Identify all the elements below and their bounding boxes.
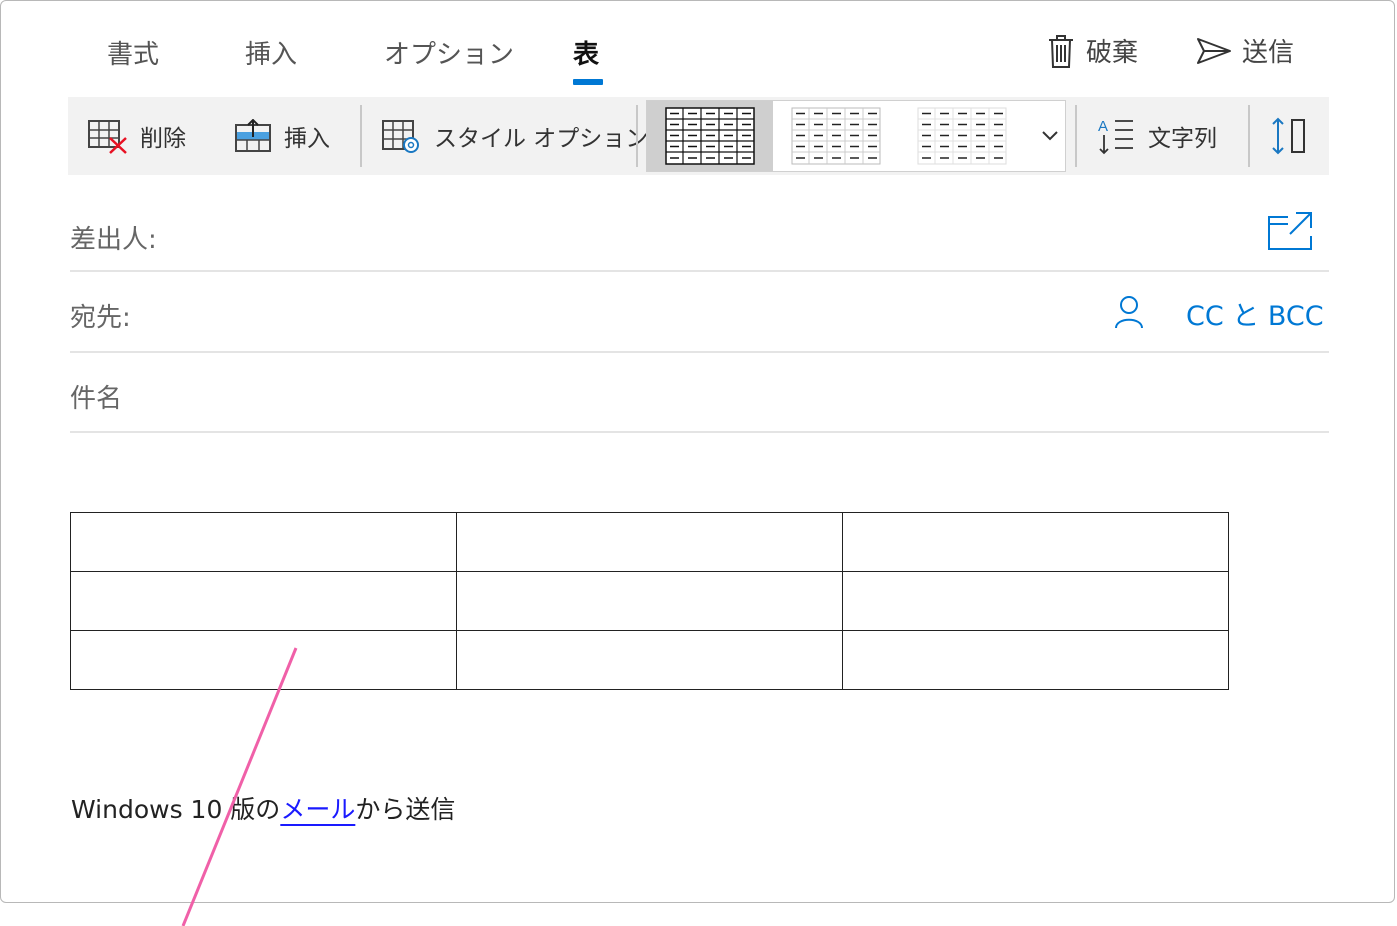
- row-height-icon: [1272, 117, 1305, 155]
- table-row: [70, 512, 1229, 572]
- popout-icon: [1268, 212, 1312, 250]
- discard-button[interactable]: 破棄: [1046, 32, 1138, 69]
- table-style-grid[interactable]: [647, 101, 773, 171]
- style-options-label: スタイル オプション: [434, 126, 649, 152]
- table-cell[interactable]: [456, 512, 843, 572]
- table-style-plain[interactable]: [899, 101, 1025, 171]
- discard-label: 破棄: [1086, 38, 1139, 68]
- delete-table-button[interactable]: 削除: [88, 97, 186, 175]
- signature-suffix: から送信: [355, 795, 456, 824]
- table-insert-icon: [235, 119, 271, 152]
- field-divider: [70, 431, 1329, 433]
- send-icon: [1197, 37, 1231, 64]
- text-direction-label: 文字列: [1148, 126, 1217, 152]
- signature-prefix: Windows 10 版の: [71, 795, 281, 824]
- contacts-button[interactable]: [1114, 295, 1144, 333]
- table-cell[interactable]: [456, 571, 843, 631]
- ribbon-divider: [360, 105, 362, 167]
- field-divider: [70, 351, 1329, 353]
- text-direction-button[interactable]: A 文字列: [1096, 97, 1217, 175]
- popout-button[interactable]: [1266, 210, 1314, 256]
- table-style-grid-icon: [665, 107, 755, 165]
- subject-field[interactable]: 件名: [70, 378, 122, 415]
- field-divider: [70, 270, 1329, 272]
- delete-label: 削除: [140, 126, 186, 152]
- cell-size-button[interactable]: [1268, 97, 1308, 175]
- table-cell[interactable]: [842, 571, 1229, 631]
- cc-bcc-link[interactable]: CC と BCC: [1186, 294, 1324, 333]
- tab-options[interactable]: オプション: [384, 34, 514, 71]
- table-cell[interactable]: [70, 571, 457, 631]
- to-label: 宛先:: [70, 303, 131, 333]
- chevron-down-icon: [1042, 131, 1058, 141]
- table-cell[interactable]: [842, 630, 1229, 690]
- tab-format[interactable]: 書式: [107, 34, 159, 71]
- table-style-light-grid[interactable]: [773, 101, 899, 171]
- ribbon-divider: [1248, 105, 1250, 167]
- mail-app-link[interactable]: メール: [280, 795, 355, 824]
- table-style-light-grid-icon: [791, 107, 881, 165]
- table-row: [70, 571, 1229, 631]
- text-direction-icon: A: [1098, 118, 1133, 155]
- table-delete-icon: [88, 120, 127, 154]
- table-styles-gallery: [646, 100, 1066, 172]
- send-button[interactable]: 送信: [1196, 32, 1294, 69]
- table-row: [70, 630, 1229, 690]
- person-icon: [1115, 296, 1143, 329]
- styles-dropdown-button[interactable]: [1035, 101, 1065, 171]
- insert-row-button[interactable]: 挿入: [234, 97, 330, 175]
- active-tab-indicator: [573, 79, 603, 85]
- body-table: [70, 512, 1229, 690]
- table-style-options-icon: [382, 120, 419, 153]
- send-label: 送信: [1242, 38, 1295, 68]
- svg-text:A: A: [1098, 118, 1108, 135]
- from-label: 差出人:: [70, 225, 157, 255]
- insert-label: 挿入: [284, 126, 330, 152]
- signature-text: Windows 10 版のメールから送信: [71, 790, 455, 826]
- style-options-button[interactable]: スタイル オプション: [382, 97, 648, 175]
- ribbon-divider: [636, 105, 638, 167]
- ribbon-divider: [1075, 105, 1077, 167]
- table-ribbon: 削除 挿入 スタイル オプション A 文字列: [68, 97, 1329, 175]
- table-cell[interactable]: [456, 630, 843, 690]
- trash-icon: [1049, 34, 1073, 68]
- table-cell[interactable]: [70, 512, 457, 572]
- table-cell[interactable]: [70, 630, 457, 690]
- table-cell[interactable]: [842, 512, 1229, 572]
- tab-table[interactable]: 表: [573, 34, 599, 71]
- table-style-plain-icon: [917, 107, 1007, 165]
- tab-insert[interactable]: 挿入: [245, 34, 297, 71]
